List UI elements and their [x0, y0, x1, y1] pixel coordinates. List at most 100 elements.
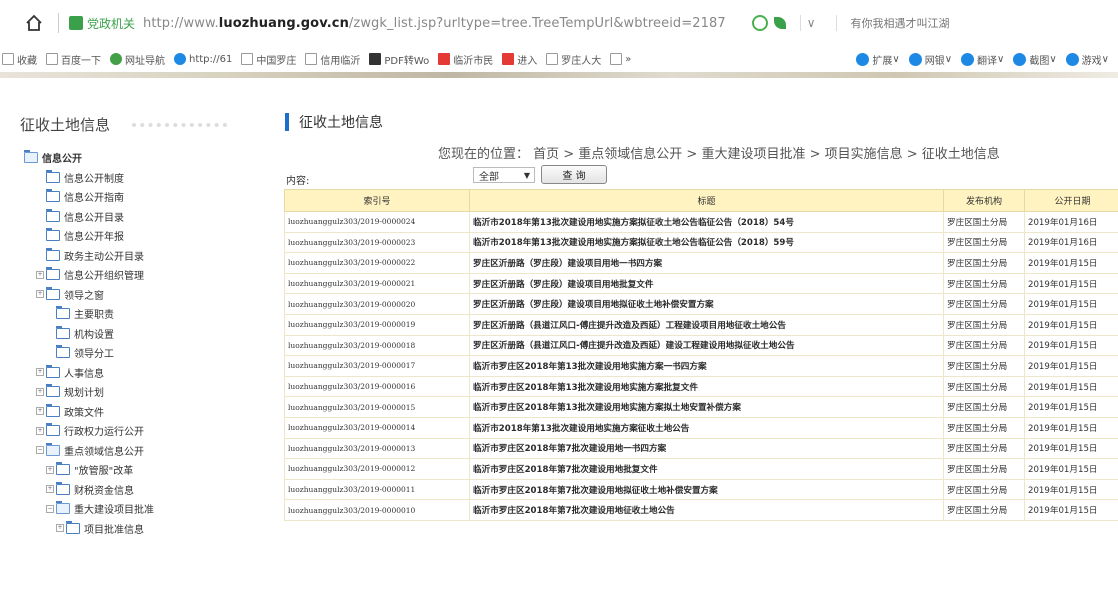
sidebar-item[interactable]: + 规划计划	[24, 382, 264, 402]
folder-icon	[56, 345, 70, 359]
sidebar-item[interactable]: − 重点领域信息公开	[24, 441, 264, 461]
bookmark-item[interactable]: 网址导航	[110, 52, 165, 67]
bookmark-label: http://61	[189, 53, 233, 65]
sidebar-item[interactable]: 信息公开	[24, 148, 264, 168]
bookmark-item[interactable]: 百度一下	[46, 52, 101, 67]
refresh-icon[interactable]	[751, 15, 768, 31]
table-row: luozhuanggulz303/2019-0000023 临沂市2018年第13…	[284, 231, 1118, 254]
cell-title[interactable]: 罗庄区沂册路（县道江风口-傅庄提升改造及西延）工程建设项目用地征收土地公告	[469, 313, 944, 336]
sidebar-item[interactable]: − 重大建设项目批准	[24, 499, 264, 519]
cell-title[interactable]: 临沂市罗庄区2018年第13批次建设用地实施方案拟土地安置补偿方案	[469, 396, 944, 418]
bookmark-label: 百度一下	[61, 55, 101, 67]
cell-title[interactable]: 罗庄区沂册路（罗庄段）建设项目用地一书四方案	[469, 252, 944, 274]
tool-item[interactable]: 游戏 ∨	[1065, 52, 1109, 67]
expand-icon[interactable]: +	[46, 465, 54, 474]
sidebar-item[interactable]: 信息公开年报	[24, 226, 264, 246]
collapse-icon[interactable]: −	[36, 446, 44, 455]
sidebar-item[interactable]: 机构设置	[24, 324, 264, 344]
sidebar-item[interactable]: 信息公开指南	[24, 187, 264, 207]
url-field[interactable]: http://www.luozhuang.gov.cn/zwgk_list.js…	[143, 16, 726, 31]
table-row: luozhuanggulz303/2019-0000012 临沂市罗庄区2018年…	[284, 458, 1118, 480]
cell-title[interactable]: 临沂市罗庄区2018年第7批次建设用地一书四方案	[469, 437, 944, 460]
cell-index: luozhuanggulz303/2019-0000019	[284, 313, 470, 336]
tool-item[interactable]: 翻译 ∨	[961, 52, 1004, 67]
cell-date: 2019年01月15日	[1024, 437, 1118, 460]
sidebar-item[interactable]: + 领导之窗	[24, 285, 264, 305]
expand-icon[interactable]: +	[36, 290, 44, 299]
query-button[interactable]: 查 询	[541, 165, 607, 184]
expand-icon[interactable]: +	[36, 387, 44, 396]
expand-icon[interactable]: +	[36, 426, 44, 435]
cell-title[interactable]: 临沂市罗庄区2018年第13批次建设用地实施方案一书四方案	[469, 355, 944, 377]
cell-date: 2019年01月15日	[1024, 458, 1118, 480]
bookmark-label: 网址导航	[125, 55, 165, 67]
sidebar-item[interactable]: 领导分工	[24, 343, 264, 363]
filter-value: 全部	[479, 171, 499, 183]
bookmark-item[interactable]: 进入	[502, 52, 537, 67]
sidebar-item[interactable]: 主要职责	[24, 304, 264, 324]
bookmark-item[interactable]: 收藏	[2, 52, 37, 67]
search-hint[interactable]: 有你我相遇才叫江湖	[851, 15, 950, 31]
sidebar-item[interactable]: 信息公开制度	[24, 168, 264, 188]
cell-title[interactable]: 临沂市2018年第13批次建设用地实施方案拟征收土地公告临征公告（2018）59…	[469, 231, 944, 254]
expand-icon[interactable]: +	[36, 270, 44, 279]
cell-title[interactable]: 临沂市罗庄区2018年第7批次建设用地征收土地公告	[469, 499, 944, 521]
cell-publisher: 罗庄区国土分局	[943, 478, 1025, 501]
expand-icon[interactable]: +	[46, 485, 54, 494]
cell-title[interactable]: 罗庄区沂册路（罗庄段）建设项目用地拟征收土地补偿安置方案	[469, 293, 944, 315]
sidebar-item[interactable]: + 政策文件	[24, 402, 264, 422]
cell-date: 2019年01月15日	[1024, 334, 1118, 357]
filter-dropdown[interactable]: 全部 ▼	[473, 167, 535, 183]
sidebar-item-label: 信息公开目录	[64, 212, 124, 224]
column-header-date[interactable]: 公开日期	[1024, 189, 1118, 212]
sidebar-item-label: 信息公开年报	[64, 232, 124, 244]
expand-icon[interactable]: +	[56, 524, 64, 533]
sidebar-item[interactable]: 政务主动公开目录	[24, 246, 264, 266]
collapse-icon[interactable]: −	[46, 504, 54, 513]
cell-title[interactable]: 临沂市罗庄区2018年第7批次建设用地批复文件	[469, 458, 944, 480]
bookmark-item[interactable]: 罗庄人大	[546, 52, 601, 67]
tool-item[interactable]: 扩展 ∨	[856, 52, 900, 67]
bookmark-item[interactable]: »	[610, 53, 631, 65]
bookmark-item[interactable]: PDF转Wo	[369, 52, 429, 67]
home-icon[interactable]	[24, 13, 44, 33]
page-icon	[546, 53, 559, 65]
cell-index: luozhuanggulz303/2019-0000010	[284, 499, 470, 521]
cell-date: 2019年01月16日	[1024, 211, 1118, 233]
security-leaf-icon[interactable]	[773, 17, 786, 29]
sidebar-item[interactable]: + 信息公开组织管理	[24, 265, 264, 285]
cell-title[interactable]: 临沂市罗庄区2018年第13批次建设用地实施方案批复文件	[469, 375, 944, 398]
bookmark-label: 进入	[517, 55, 538, 67]
column-header-publisher[interactable]: 发布机构	[943, 189, 1025, 212]
table-row: luozhuanggulz303/2019-0000018 罗庄区沂册路（县道江风…	[284, 334, 1118, 357]
more-icon	[610, 53, 623, 65]
sidebar-item[interactable]: + 项目批准信息	[24, 519, 264, 539]
cell-publisher: 罗庄区国土分局	[943, 231, 1025, 254]
cell-index: luozhuanggulz303/2019-0000014	[284, 416, 470, 439]
tool-item[interactable]: 截图 ∨	[1013, 52, 1057, 67]
sidebar-item[interactable]: + 行政权力运行公开	[24, 421, 264, 441]
sidebar-item[interactable]: + 财税资金信息	[24, 480, 264, 500]
cell-title[interactable]: 罗庄区沂册路（县道江风口-傅庄提升改造及西延）建设工程建设用地拟征收土地公告	[469, 334, 944, 357]
column-header-index[interactable]: 索引号	[284, 189, 470, 212]
cell-title[interactable]: 临沂市罗庄区2018年第7批次建设用地拟征收土地补偿安置方案	[469, 478, 944, 501]
sidebar-item[interactable]: + "放管服"改革	[24, 460, 264, 480]
tool-item[interactable]: 网银 ∨	[908, 52, 952, 67]
bookmark-item[interactable]: http://61	[174, 53, 232, 65]
nav-icon	[110, 53, 122, 65]
cell-title[interactable]: 临沂市2018年第13批次建设用地实施方案征收土地公告	[469, 416, 944, 439]
expand-icon[interactable]: +	[36, 368, 44, 377]
sidebar-item[interactable]: + 人事信息	[24, 363, 264, 383]
cell-title[interactable]: 临沂市2018年第13批次建设用地实施方案拟征收土地公告临征公告（2018）54…	[469, 211, 944, 233]
column-header-title[interactable]: 标题	[469, 189, 944, 212]
bookmark-item[interactable]: 临沂市民	[438, 52, 493, 67]
chevron-down-icon[interactable]: ∨	[807, 16, 816, 30]
expand-icon[interactable]: +	[36, 407, 44, 416]
folder-icon	[56, 325, 70, 339]
bookmark-item[interactable]: 信用临沂	[305, 52, 360, 67]
sidebar-item[interactable]: 信息公开目录	[24, 207, 264, 227]
address-bar: 党政机关 http://www.luozhuang.gov.cn/zwgk_li…	[0, 0, 1118, 46]
bookmark-item[interactable]: 中国罗庄	[241, 52, 296, 67]
cell-title[interactable]: 罗庄区沂册路（罗庄段）建设项目用地批复文件	[469, 272, 944, 295]
folder-icon	[46, 423, 60, 437]
